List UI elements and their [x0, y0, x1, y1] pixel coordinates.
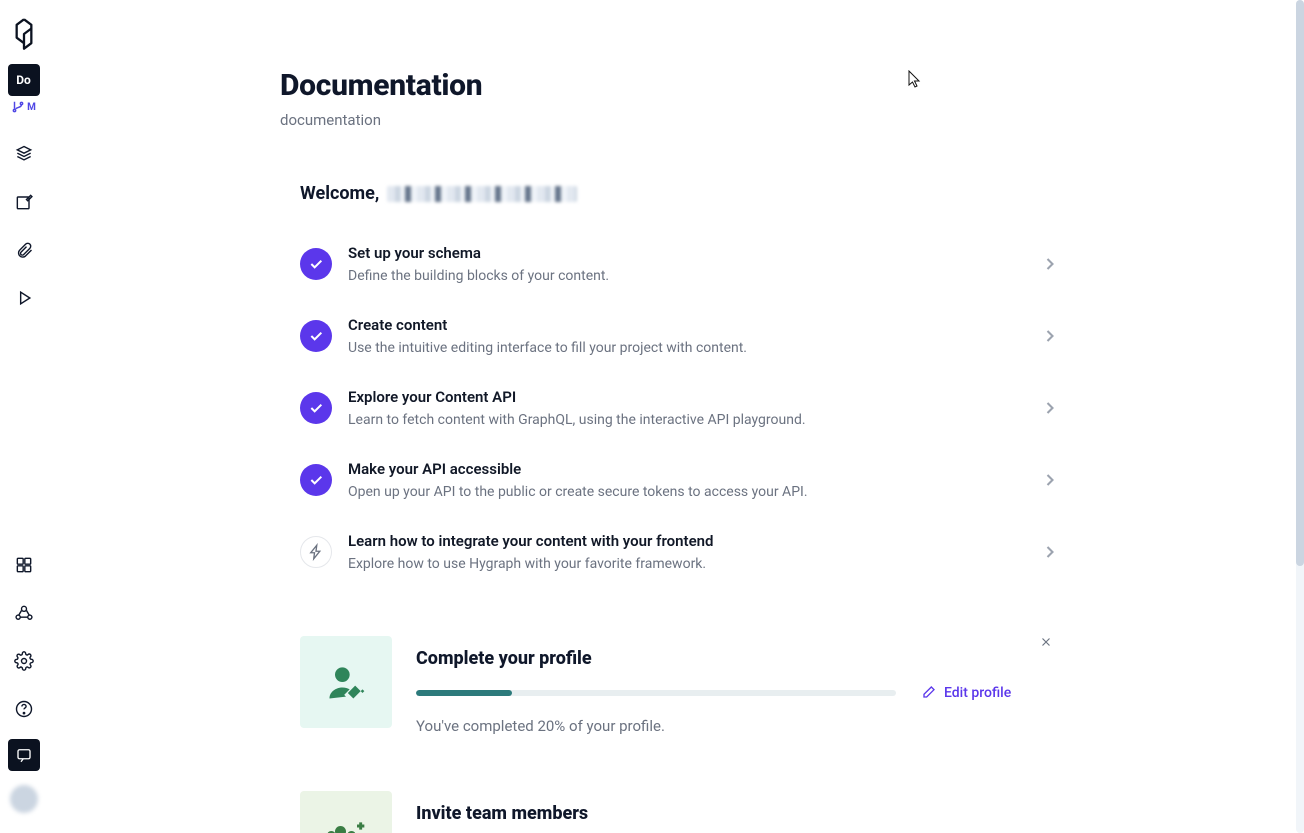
settings-icon[interactable]	[6, 643, 42, 679]
sidebar: Do M	[0, 0, 48, 833]
help-icon[interactable]	[6, 691, 42, 727]
check-icon	[300, 392, 332, 424]
edit-profile-link[interactable]: Edit profile	[920, 685, 1011, 701]
page-subtitle: documentation	[280, 111, 1068, 129]
check-icon	[300, 248, 332, 280]
task-title: Set up your schema	[348, 244, 1024, 262]
welcome-prefix: Welcome,	[300, 183, 379, 204]
lightning-icon	[300, 536, 332, 568]
invite-team-card: Invite team members Collaborate on conte…	[300, 791, 1068, 833]
profile-icon	[300, 636, 392, 728]
chevron-right-icon	[1040, 254, 1060, 274]
chevron-right-icon	[1040, 542, 1060, 562]
task-desc: Open up your API to the public or create…	[348, 484, 1024, 500]
playground-icon[interactable]	[6, 280, 42, 316]
task-title: Create content	[348, 316, 1024, 334]
card-title: Complete your profile	[416, 648, 1068, 669]
chevron-right-icon	[1040, 470, 1060, 490]
avatar[interactable]	[10, 785, 38, 813]
card-title: Invite team members	[416, 803, 1068, 824]
schema-icon[interactable]	[6, 136, 42, 172]
logo[interactable]	[6, 16, 42, 52]
task-title: Explore your Content API	[348, 388, 1024, 406]
project-badge[interactable]: Do	[8, 64, 40, 96]
task-desc: Learn to fetch content with GraphQL, usi…	[348, 412, 1024, 428]
check-icon	[300, 320, 332, 352]
task-item-access[interactable]: Make your API accessible Open up your AP…	[300, 444, 1068, 516]
task-item-content[interactable]: Create content Use the intuitive editing…	[300, 300, 1068, 372]
chat-button[interactable]	[8, 739, 40, 771]
page-title: Documentation	[280, 68, 1068, 103]
branch-label: M	[27, 102, 36, 113]
complete-profile-card: Complete your profile Edit profile You'v…	[300, 636, 1068, 735]
team-icon	[300, 791, 392, 833]
onboarding-task-list: Set up your schema Define the building b…	[300, 228, 1068, 588]
task-title: Learn how to integrate your content with…	[348, 532, 1024, 550]
card-desc: You've completed 20% of your profile.	[416, 717, 1068, 735]
branch-indicator[interactable]: M	[11, 100, 36, 114]
check-icon	[300, 464, 332, 496]
welcome-heading: Welcome,	[300, 183, 1068, 204]
task-desc: Use the intuitive editing interface to f…	[348, 340, 1024, 356]
task-item-api[interactable]: Explore your Content API Learn to fetch …	[300, 372, 1068, 444]
assets-icon[interactable]	[6, 232, 42, 268]
task-item-integrate[interactable]: Learn how to integrate your content with…	[300, 516, 1068, 588]
scrollbar[interactable]	[1296, 0, 1304, 833]
task-desc: Define the building blocks of your conte…	[348, 268, 1024, 284]
chevron-right-icon	[1040, 326, 1060, 346]
task-title: Make your API accessible	[348, 460, 1024, 478]
task-item-schema[interactable]: Set up your schema Define the building b…	[300, 228, 1068, 300]
webhooks-icon[interactable]	[6, 595, 42, 631]
chevron-right-icon	[1040, 398, 1060, 418]
username-redacted	[387, 186, 577, 202]
main-content: Documentation documentation Welcome, Set…	[48, 0, 1304, 833]
progress-bar	[416, 690, 896, 696]
content-icon[interactable]	[6, 184, 42, 220]
task-desc: Explore how to use Hygraph with your fav…	[348, 556, 1024, 572]
apps-icon[interactable]	[6, 547, 42, 583]
action-label: Edit profile	[944, 685, 1011, 701]
close-icon[interactable]	[1036, 632, 1056, 652]
